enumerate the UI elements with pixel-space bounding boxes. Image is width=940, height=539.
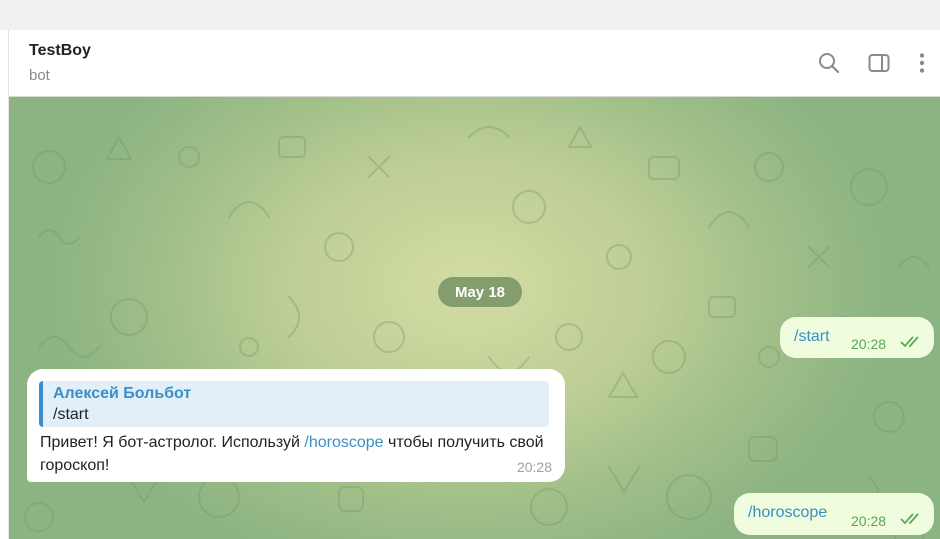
bot-command-link[interactable]: /horoscope [304, 434, 383, 451]
left-panel-edge [0, 30, 9, 539]
chat-header: TestBoy bot [9, 30, 940, 97]
chat-area[interactable]: May 18 /start 20:28 Алексей Больбот /sta… [9, 97, 940, 539]
chat-subtitle: bot [29, 67, 50, 84]
more-vertical-icon[interactable] [907, 48, 937, 78]
reply-text: /start [53, 406, 89, 423]
date-separator: May 18 [438, 277, 522, 307]
message-time: 20:28 [516, 459, 552, 475]
message-text-part: Привет! Я бот-астролог. Используй [40, 434, 305, 451]
read-check-icon [900, 513, 919, 525]
message-text: Привет! Я бот-астролог. Используй /horos… [40, 431, 545, 477]
window-top-strip [0, 0, 940, 30]
outgoing-message-start[interactable]: /start 20:28 [780, 317, 934, 358]
search-icon[interactable] [814, 48, 844, 78]
message-time: 20:28 [851, 336, 887, 352]
read-check-icon [900, 336, 919, 348]
message-text[interactable]: /horoscope [748, 504, 827, 522]
incoming-message[interactable]: Алексей Больбот /start Привет! Я бот-аст… [27, 369, 565, 482]
sidebar-toggle-icon[interactable] [864, 48, 894, 78]
outgoing-message-horoscope[interactable]: /horoscope 20:28 [734, 493, 934, 535]
chat-title[interactable]: TestBoy [29, 42, 91, 60]
message-text[interactable]: /start [794, 328, 830, 346]
reply-sender-name: Алексей Больбот [53, 385, 192, 402]
message-time: 20:28 [851, 513, 887, 529]
reply-quote[interactable]: Алексей Больбот /start [39, 381, 549, 427]
